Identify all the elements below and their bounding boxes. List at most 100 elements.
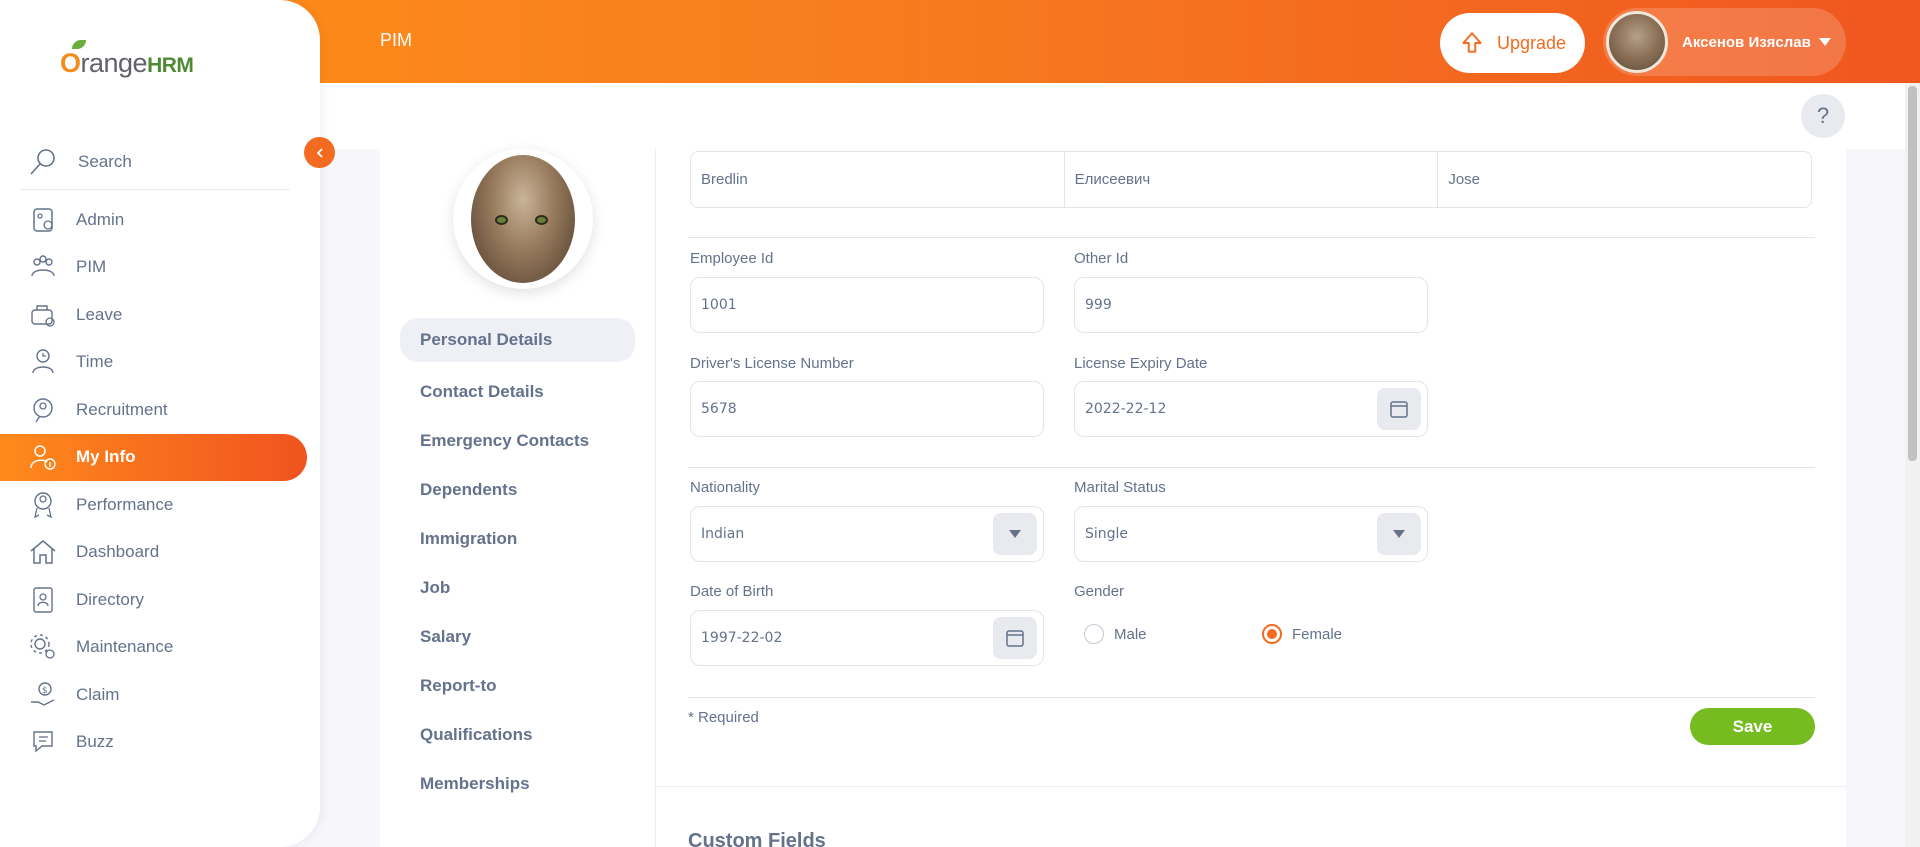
nationality-label: Nationality (690, 479, 761, 496)
maintenance-icon (30, 634, 55, 659)
profile-picture[interactable] (453, 149, 593, 289)
divider (688, 237, 1815, 238)
sidebar-item-label: Maintenance (76, 637, 174, 657)
sidebar-item-my-info[interactable]: My Info (0, 433, 307, 481)
sidebar-item-label: Leave (76, 304, 123, 324)
sidebar-item-label: Admin (76, 209, 125, 229)
scrollbar-thumb[interactable] (1908, 86, 1917, 461)
chevron-down-icon (1393, 530, 1405, 538)
sidebar-item-label: PIM (76, 257, 107, 277)
other-id-input[interactable]: 999 (1074, 277, 1428, 333)
employee-id-label: Employee Id (690, 250, 774, 267)
help-button[interactable]: ? (1801, 94, 1845, 138)
section-divider (656, 786, 1846, 787)
custom-fields-title: Custom Fields (688, 830, 826, 847)
gender-female-radio[interactable]: Female (1262, 624, 1342, 644)
recruitment-icon (33, 398, 53, 423)
sidebar-item-label: Buzz (76, 732, 114, 752)
calendar-button[interactable] (993, 617, 1037, 659)
marital-status-label: Marital Status (1074, 479, 1166, 496)
sidebar-item-performance[interactable]: Performance (0, 481, 320, 529)
collapse-sidebar-button[interactable] (304, 137, 335, 168)
upgrade-button[interactable]: Upgrade (1440, 13, 1585, 73)
sidebar-item-dashboard[interactable]: Dashboard (0, 529, 320, 577)
gender-male-radio[interactable]: Male (1084, 624, 1147, 644)
tab-immigration[interactable]: Immigration (400, 514, 635, 563)
sidebar-search[interactable]: Search (20, 134, 290, 190)
last-name-input[interactable]: Jose (1438, 152, 1811, 207)
sidebar-item-label: Dashboard (76, 542, 160, 562)
sidebar-item-leave[interactable]: Leave (0, 291, 320, 339)
my-info-icon (30, 445, 56, 470)
employee-id-input[interactable]: 1001 (690, 277, 1044, 333)
sidebar-item-recruitment[interactable]: Recruitment (0, 386, 320, 434)
pim-icon (31, 255, 55, 277)
required-note: * Required (688, 709, 759, 726)
license-label: Driver's License Number (690, 355, 854, 372)
gender-male-label: Male (1114, 625, 1147, 643)
save-button[interactable]: Save (1690, 708, 1815, 745)
sidebar-item-label: Claim (76, 684, 120, 704)
radio-checked-icon (1262, 624, 1282, 644)
sidebar-item-claim[interactable]: $ Claim (0, 671, 320, 719)
sidebar-menu: Admin PIM Leave Time Recruitment My Info Perfo… (0, 196, 320, 766)
tab-salary[interactable]: Salary (400, 612, 635, 661)
nationality-select[interactable]: Indian (690, 506, 1044, 562)
user-dropdown[interactable]: Аксенов Изяслав (1603, 8, 1846, 76)
sidebar-item-admin[interactable]: Admin (0, 196, 320, 244)
other-id-label: Other Id (1074, 250, 1129, 267)
tab-contact-details[interactable]: Contact Details (400, 367, 635, 416)
employee-tabs: Personal Details Contact Details Emergency… (400, 318, 635, 808)
claim-icon: $ (31, 682, 55, 706)
logo-o: O (60, 48, 81, 78)
upgrade-label: Upgrade (1496, 32, 1567, 53)
performance-icon (34, 492, 52, 518)
sidebar-item-time[interactable]: Time (0, 339, 320, 387)
tab-qualifications[interactable]: Qualifications (400, 710, 635, 759)
sidebar: OrangeHRM Search Admin PIM Leave Time Recrui… (0, 0, 320, 847)
tab-emergency-contacts[interactable]: Emergency Contacts (400, 416, 635, 465)
avatar (1606, 11, 1668, 73)
calendar-button[interactable] (1377, 388, 1421, 430)
gender-female-label: Female (1292, 625, 1343, 643)
nationality-dropdown-button[interactable] (993, 513, 1037, 555)
divider (688, 697, 1815, 698)
sidebar-item-maintenance[interactable]: Maintenance (0, 624, 320, 672)
calendar-icon (1390, 401, 1408, 418)
radio-icon (1084, 624, 1104, 644)
brand-logo: OrangeHRM (60, 38, 210, 88)
sidebar-item-label: My Info (76, 447, 136, 467)
logo-text: range (80, 48, 148, 78)
sidebar-item-buzz[interactable]: Buzz (0, 719, 320, 767)
tab-report-to[interactable]: Report-to (400, 661, 635, 710)
admin-icon (33, 208, 53, 232)
sidebar-item-pim[interactable]: PIM (0, 244, 320, 292)
middle-name-input[interactable]: Елисеевич (1065, 152, 1439, 207)
marital-dropdown-button[interactable] (1377, 513, 1421, 555)
profile-image (471, 155, 575, 283)
logo-hrm: HRM (147, 54, 194, 77)
license-expiry-input[interactable]: 2022-22-12 (1074, 381, 1428, 437)
time-icon (32, 349, 54, 374)
dob-input[interactable]: 1997-22-02 (690, 610, 1044, 666)
upgrade-icon (1462, 32, 1482, 53)
tab-personal-details[interactable]: Personal Details (400, 318, 635, 362)
sidebar-item-label: Time (76, 352, 114, 372)
tab-dependents[interactable]: Dependents (400, 465, 635, 514)
chevron-down-icon (1818, 38, 1831, 46)
dashboard-icon (30, 540, 56, 564)
first-name-input[interactable]: Bredlin (691, 152, 1065, 207)
marital-status-select[interactable]: Single (1074, 506, 1428, 562)
gender-label: Gender (1074, 583, 1125, 600)
tab-job[interactable]: Job (400, 563, 635, 612)
search-label: Search (78, 151, 132, 171)
license-input[interactable]: 5678 (690, 381, 1044, 437)
svg-text:$: $ (42, 686, 48, 696)
personal-details-card (656, 149, 1846, 847)
divider (688, 467, 1815, 468)
tab-memberships[interactable]: Memberships (400, 759, 635, 808)
calendar-icon (1006, 630, 1024, 647)
directory-icon (33, 587, 53, 613)
sidebar-item-label: Recruitment (76, 399, 168, 419)
sidebar-item-directory[interactable]: Directory (0, 576, 320, 624)
